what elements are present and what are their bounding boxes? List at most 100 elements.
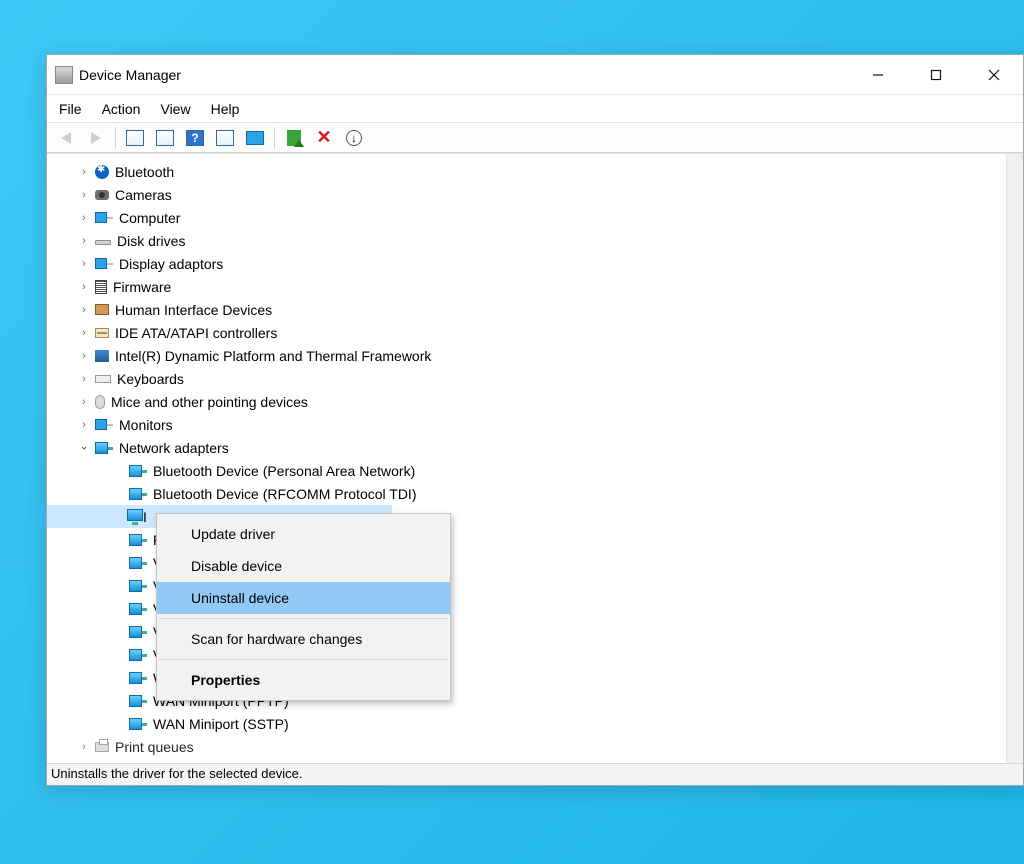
maximize-button[interactable]	[907, 55, 965, 94]
bluetooth-icon	[95, 165, 109, 179]
network-adapter-icon	[129, 647, 147, 663]
toolbar-update[interactable]: ↓	[341, 126, 367, 150]
titlebar: Device Manager	[47, 55, 1023, 95]
chevron-right-icon[interactable]: ›	[77, 418, 91, 432]
category-monitors[interactable]: ›Monitors	[47, 413, 1023, 436]
menu-help[interactable]: Help	[209, 99, 242, 119]
context-menu: Update driver Disable device Uninstall d…	[156, 513, 451, 701]
category-label: Keyboards	[117, 371, 184, 387]
device-label: I	[143, 509, 147, 525]
network-adapter-icon	[129, 693, 147, 709]
toolbar-panel2[interactable]	[212, 126, 238, 150]
device-item[interactable]: Bluetooth Device (Personal Area Network)	[47, 459, 1023, 482]
camera-icon	[95, 190, 109, 200]
context-separator	[159, 618, 448, 619]
enable-icon	[287, 130, 301, 146]
category-hid[interactable]: ›Human Interface Devices	[47, 298, 1023, 321]
network-adapter-icon	[129, 532, 147, 548]
category-label: Firmware	[113, 279, 171, 295]
category-label: Cameras	[115, 187, 172, 203]
window-title: Device Manager	[79, 67, 181, 83]
toolbar-properties[interactable]	[152, 126, 178, 150]
network-adapter-icon	[129, 716, 147, 732]
toolbar-help[interactable]: ?	[182, 126, 208, 150]
chevron-right-icon[interactable]: ›	[77, 257, 91, 271]
ide-icon	[95, 328, 109, 338]
context-update-driver[interactable]: Update driver	[157, 518, 450, 550]
category-firmware[interactable]: › Firmware	[47, 275, 1023, 298]
display-icon	[95, 256, 113, 272]
toolbar-forward[interactable]	[83, 126, 109, 150]
category-label: Display adaptors	[119, 256, 223, 272]
download-icon: ↓	[346, 130, 362, 146]
category-cameras[interactable]: › Cameras	[47, 183, 1023, 206]
panel-icon	[156, 130, 174, 146]
network-adapter-icon	[129, 555, 147, 571]
chevron-right-icon[interactable]: ›	[77, 303, 91, 317]
category-label: Disk drives	[117, 233, 185, 249]
chevron-right-icon[interactable]: ›	[77, 740, 91, 754]
toolbar-scan[interactable]	[242, 126, 268, 150]
menu-file[interactable]: File	[57, 99, 84, 119]
category-bluetooth[interactable]: › Bluetooth	[47, 160, 1023, 183]
category-computer[interactable]: › Computer	[47, 206, 1023, 229]
chevron-right-icon[interactable]: ›	[77, 326, 91, 340]
category-label: IDE ATA/ATAPI controllers	[115, 325, 277, 341]
network-adapter-icon	[127, 509, 143, 525]
menu-action[interactable]: Action	[100, 99, 143, 119]
context-properties[interactable]: Properties	[157, 664, 450, 696]
device-label: WAN Miniport (SSTP)	[153, 716, 289, 732]
toolbar: ? ✕ ↓	[47, 123, 1023, 153]
device-item[interactable]: Bluetooth Device (RFCOMM Protocol TDI)	[47, 482, 1023, 505]
category-label: Computer	[119, 210, 180, 226]
chevron-right-icon[interactable]: ›	[77, 211, 91, 225]
device-label: Bluetooth Device (RFCOMM Protocol TDI)	[153, 486, 416, 502]
firmware-icon	[95, 280, 107, 294]
network-adapter-icon	[129, 486, 147, 502]
network-adapter-icon	[129, 463, 147, 479]
chevron-right-icon[interactable]: ›	[77, 372, 91, 386]
chevron-right-icon[interactable]: ›	[77, 234, 91, 248]
category-mice[interactable]: ›Mice and other pointing devices	[47, 390, 1023, 413]
panel-icon	[216, 130, 234, 146]
chevron-down-icon[interactable]: ›	[77, 441, 91, 455]
chevron-right-icon[interactable]: ›	[77, 349, 91, 363]
context-disable-device[interactable]: Disable device	[157, 550, 450, 582]
toolbar-uninstall[interactable]: ✕	[311, 126, 337, 150]
context-uninstall-device[interactable]: Uninstall device	[157, 582, 450, 614]
toolbar-back[interactable]	[53, 126, 79, 150]
arrow-right-icon	[91, 132, 101, 144]
category-intel-dptf[interactable]: ›Intel(R) Dynamic Platform and Thermal F…	[47, 344, 1023, 367]
intel-icon	[95, 350, 109, 362]
toolbar-separator	[115, 127, 116, 149]
network-adapter-icon	[129, 601, 147, 617]
chevron-right-icon[interactable]: ›	[77, 280, 91, 294]
category-disk-drives[interactable]: › Disk drives	[47, 229, 1023, 252]
category-ide[interactable]: › IDE ATA/ATAPI controllers	[47, 321, 1023, 344]
chevron-right-icon[interactable]: ›	[77, 395, 91, 409]
menu-view[interactable]: View	[158, 99, 192, 119]
close-button[interactable]	[965, 55, 1023, 94]
toolbar-show-hidden[interactable]	[122, 126, 148, 150]
category-display-adapters[interactable]: › Display adaptors	[47, 252, 1023, 275]
hid-icon	[95, 304, 109, 315]
panel-icon	[126, 130, 144, 146]
category-network-adapters[interactable]: ›Network adapters	[47, 436, 1023, 459]
category-label: Bluetooth	[115, 164, 174, 180]
vertical-scrollbar[interactable]	[1006, 154, 1023, 763]
chevron-right-icon[interactable]: ›	[77, 165, 91, 179]
context-scan-hardware[interactable]: Scan for hardware changes	[157, 623, 450, 655]
arrow-left-icon	[61, 132, 71, 144]
chevron-right-icon[interactable]: ›	[77, 188, 91, 202]
minimize-button[interactable]	[849, 55, 907, 94]
status-bar: Uninstalls the driver for the selected d…	[47, 763, 1023, 785]
menubar: File Action View Help	[47, 95, 1023, 123]
category-keyboards[interactable]: › Keyboards	[47, 367, 1023, 390]
app-icon	[55, 66, 73, 84]
computer-icon	[95, 210, 113, 226]
category-print-queues[interactable]: ›Print queues	[47, 735, 1023, 758]
device-item[interactable]: WAN Miniport (SSTP)	[47, 712, 1023, 735]
toolbar-enable[interactable]	[281, 126, 307, 150]
window-controls	[849, 55, 1023, 94]
keyboard-icon	[95, 375, 111, 383]
